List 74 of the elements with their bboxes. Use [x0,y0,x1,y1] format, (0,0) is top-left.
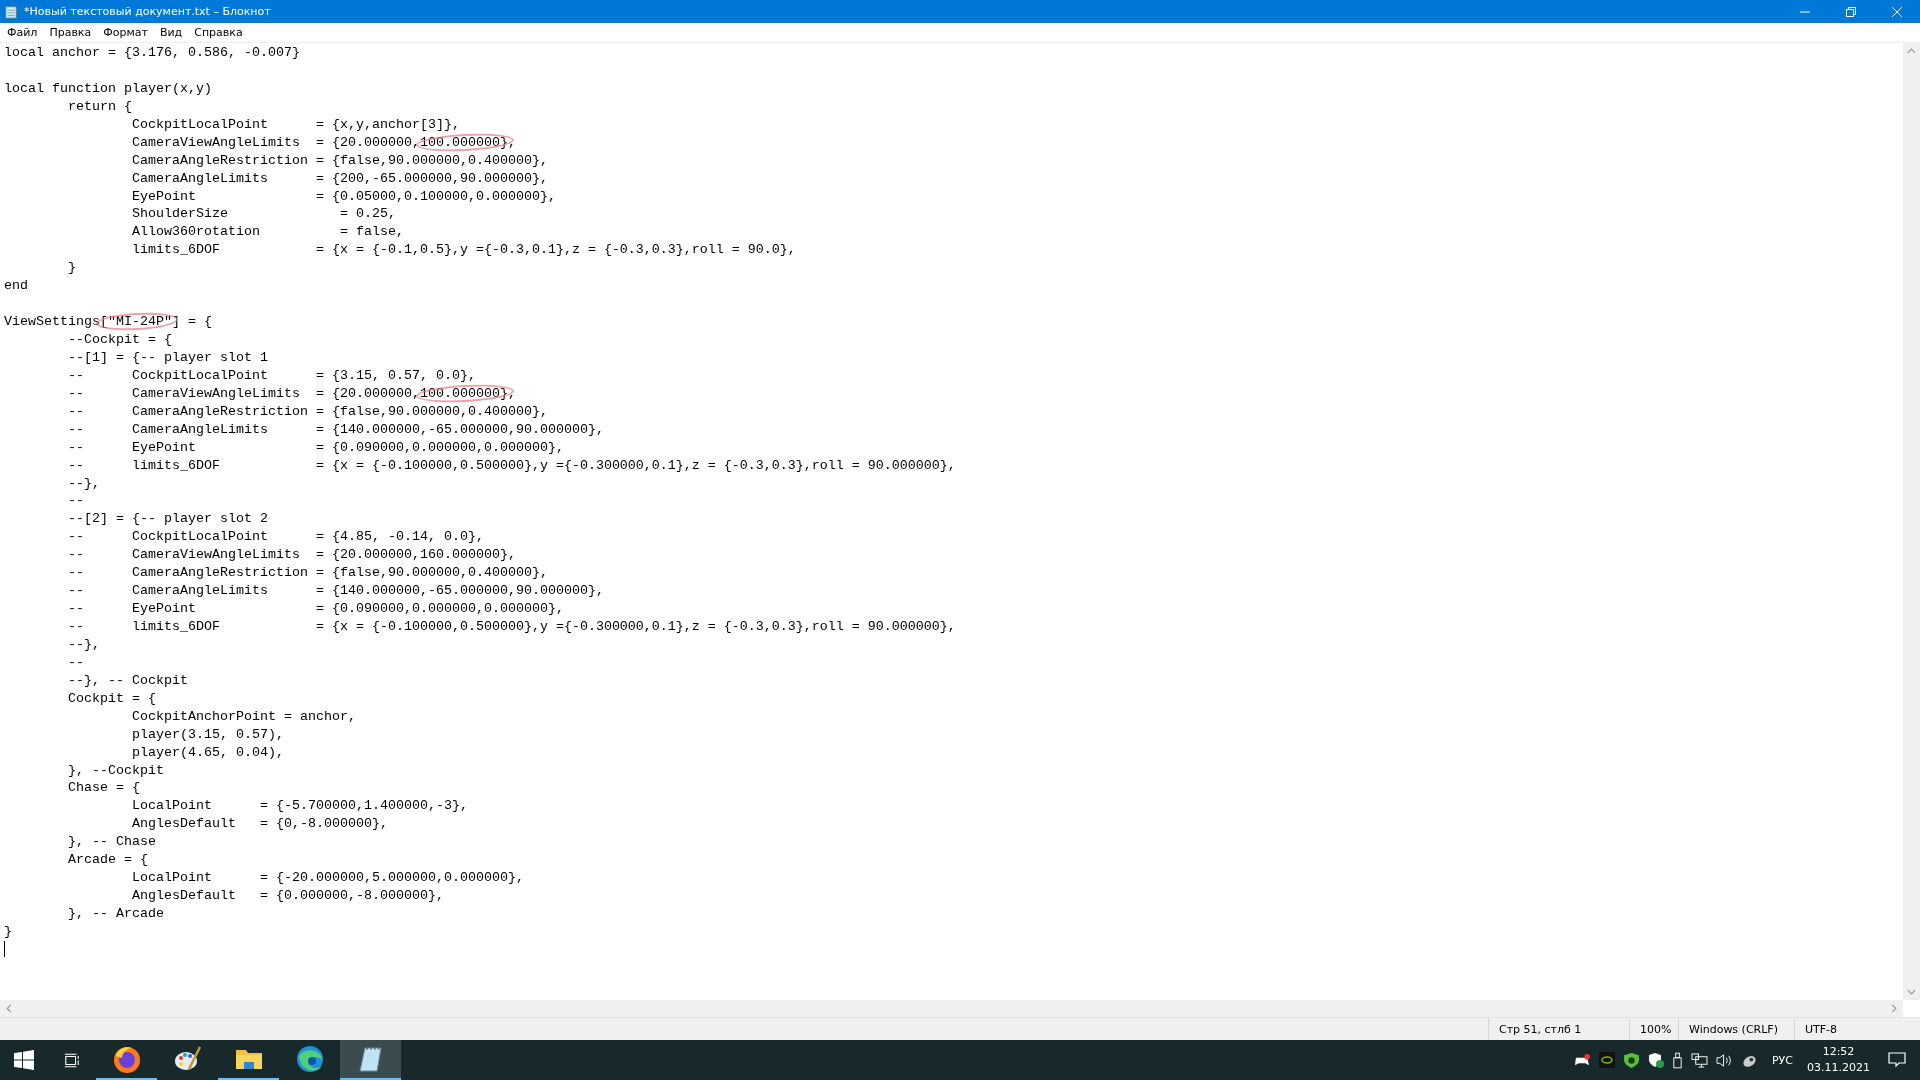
code-line: local function player(x,y) [4,79,212,98]
code-line: }, -- Chase [67,833,156,852]
code-line: -- CockpitLocalPoint = {3.15, 0.57, 0.0}, [67,366,476,385]
code-line: -- limits_6DOF = {x = {-0.100000,0.500000},y ={-0.300000,0.1},z = {-0.3,0.3},roll = 90.000000}, [67,456,956,475]
code-line: player(3.15, 0.57), [131,725,284,744]
code-line: ShoulderSize = 0.25, [131,205,396,224]
code-line: limits_6DOF = {x = {-0.1,0.5},y ={-0.3,0.1},z = {-0.3,0.3},roll = 90.0}, [131,241,796,260]
code-line: -- CameraViewAngleLimits = {20.000000,160.000000}, [67,546,516,565]
code-line: --}, [67,474,100,493]
code-line: }, -- Arcade [67,905,164,923]
code-line: CameraViewAngleLimits = {20.000000,100.000000}, [131,133,516,152]
code-line: -- [67,653,84,672]
restore-icon[interactable] [1846,6,1856,17]
menu-item[interactable]: Справка [188,26,249,39]
close-icon[interactable] [1892,6,1902,17]
menu-item[interactable]: Файл [1,26,44,39]
code-line: Allow360rotation = false, [131,223,404,242]
code-line: AnglesDefault = {0.000000,-8.000000}, [131,887,444,905]
clock-date: 03.11.2021 [1807,1060,1870,1076]
window-title: *Новый текстовый документ.txt – Блокнот [24,5,272,18]
code-line: } [67,259,76,278]
code-line: CockpitLocalPoint = {x,y,anchor[3]}, [131,115,460,134]
menu-item[interactable]: Вид [153,26,189,39]
input-language[interactable]: РУС [1772,1053,1793,1067]
menu-item[interactable]: Формат [97,26,154,39]
fox-globe-icon [111,1044,142,1074]
code-line: local anchor = {3.176, 0.586, -0.007} [4,44,300,62]
code-line: AnglesDefault = {0,-8.000000}, [131,815,388,834]
code-line: -- CameraAngleLimits = {140.000000,-65.000000,90.000000}, [67,582,604,601]
gamepad-badge-icon[interactable] [1574,1052,1591,1068]
shield-icon[interactable] [1623,1051,1640,1069]
code-line: LocalPoint = {-20.000000,5.000000,0.000000}, [131,869,524,888]
task-view-icon[interactable] [64,1052,80,1068]
code-line: player(4.65, 0.04), [131,743,284,762]
code-line: CockpitAnchorPoint = anchor, [131,707,356,726]
code-line: --[2] = {-- player slot 2 [67,510,268,529]
code-line: -- CameraViewAngleLimits = {20.000000,100.000000}, [67,384,516,403]
code-line: ViewSettings["MI-24P"] = { [4,313,212,331]
menu-item[interactable]: Правка [43,26,98,39]
code-line: EyePoint = {0.05000,0.100000,0.000000}, [131,187,556,206]
code-line: -- limits_6DOF = {x = {-0.100000,0.500000},y ={-0.300000,0.1},z = {-0.3,0.3},roll = 90.000000}, [67,618,956,636]
clock-time: 12:52 [1822,1044,1855,1060]
usb-drive-icon[interactable] [1672,1051,1683,1069]
code-line: return { [67,97,132,116]
shield-check-icon[interactable] [1648,1052,1664,1068]
code-line: }, --Cockpit [67,761,164,780]
code-line: Chase = { [67,779,140,798]
code-line: -- CameraAngleRestriction = {false,90.000000,0.400000}, [67,564,548,583]
notifications-icon[interactable] [1888,1052,1906,1068]
code-line: -- EyePoint = {0.090000,0.000000,0.000000}, [67,600,564,618]
windows-logo-icon[interactable] [14,1050,34,1070]
taskbar-app-button[interactable] [340,1040,401,1080]
wave-logo-icon [294,1044,325,1074]
code-line: Cockpit = { [67,689,156,708]
code-line: -- EyePoint = {0.090000,0.000000,0.000000}, [67,438,564,457]
code-line: --}, -- Cockpit [67,671,188,690]
network-icon[interactable] [1691,1052,1708,1068]
code-line: --Cockpit = { [67,331,172,349]
code-line: LocalPoint = {-5.700000,1.400000,-3}, [131,797,468,816]
speaker-icon[interactable] [1716,1052,1733,1068]
code-line: end [4,277,28,296]
code-line: -- [67,492,84,511]
clock[interactable]: 12:52 03.11.2021 [1801,1044,1876,1076]
code-line: } [4,922,12,941]
code-line: Arcade = { [67,851,148,870]
code-line: --}, [67,635,100,654]
code-line: --[1] = {-- player slot 1 [67,348,268,367]
code-line: -- CameraAngleLimits = {140.000000,-65.000000,90.000000}, [67,420,604,439]
code-line: CameraAngleLimits = {200,-65.000000,90.000000}, [131,169,548,188]
code-line: -- CameraAngleRestriction = {false,90.000000,0.400000}, [67,402,548,421]
notepad-icon [4,4,18,19]
code-line: CameraAngleRestriction = {false,90.000000,0.400000}, [131,151,548,170]
code-line: -- CockpitLocalPoint = {4.85, -0.14, 0.0}, [67,528,484,547]
text-cursor [4,940,5,957]
